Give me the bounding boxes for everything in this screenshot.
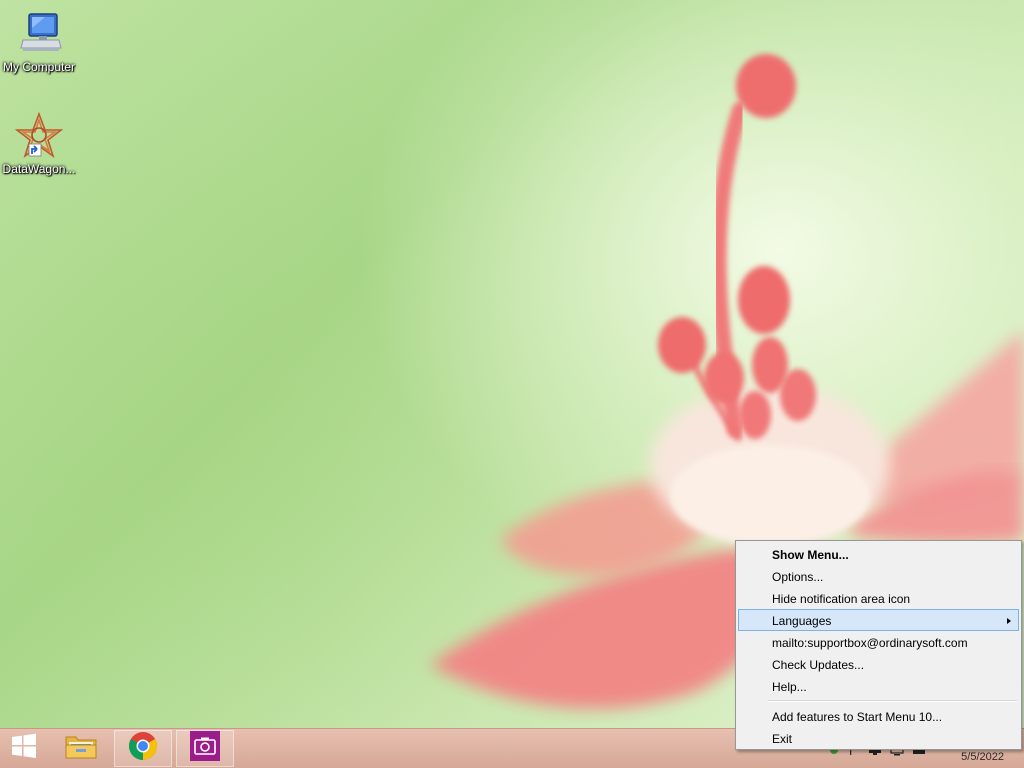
taskbar-file-explorer[interactable]: [53, 730, 109, 767]
menu-item-languages[interactable]: Languages: [738, 609, 1019, 631]
desktop: My Computer DataWagon... 5/5/2022 Show M…: [0, 0, 1024, 768]
menu-item-hide-notification-icon[interactable]: Hide notification area icon: [738, 587, 1019, 609]
tray-date[interactable]: 5/5/2022: [961, 751, 1004, 763]
desktop-icon-datawagon[interactable]: DataWagon...: [0, 111, 78, 176]
desktop-icon-my-computer[interactable]: My Computer: [0, 10, 78, 74]
menu-item-label: Add features to Start Menu 10...: [772, 710, 943, 724]
menu-item-mailto-support[interactable]: mailto:supportbox@ordinarysoft.com: [738, 631, 1019, 653]
camera-icon: [190, 731, 220, 766]
taskbar-chrome[interactable]: [114, 730, 172, 767]
menu-item-label: Options...: [772, 570, 824, 584]
start-button[interactable]: [0, 730, 48, 767]
computer-icon: [15, 10, 63, 58]
menu-item-label: mailto:supportbox@ordinarysoft.com: [772, 636, 968, 650]
menu-item-help[interactable]: Help...: [738, 675, 1019, 697]
menu-item-check-updates[interactable]: Check Updates...: [738, 653, 1019, 675]
menu-item-show-menu[interactable]: Show Menu...: [738, 543, 1019, 565]
windows-logo-icon: [10, 732, 38, 765]
desktop-icon-label: My Computer: [2, 60, 76, 74]
menu-item-label: Check Updates...: [772, 658, 865, 672]
menu-item-exit[interactable]: Exit: [738, 727, 1019, 749]
menu-item-options[interactable]: Options...: [738, 565, 1019, 587]
menu-separator: [768, 700, 1017, 702]
menu-item-add-features[interactable]: Add features to Start Menu 10...: [738, 705, 1019, 727]
folder-icon: [64, 731, 98, 766]
tray-context-menu: Show Menu... Options... Hide notificatio…: [735, 540, 1022, 750]
menu-item-label: Hide notification area icon: [772, 592, 911, 606]
menu-item-label: Show Menu...: [772, 548, 849, 562]
menu-item-label: Exit: [772, 732, 793, 746]
datawagon-shortcut-icon: [14, 111, 64, 160]
submenu-arrow-icon: [1007, 618, 1011, 624]
chrome-icon: [128, 731, 158, 766]
menu-item-label: Help...: [772, 680, 807, 694]
menu-item-label: Languages: [772, 614, 832, 628]
desktop-icon-label: DataWagon...: [2, 162, 76, 176]
taskbar-camera[interactable]: [176, 730, 234, 767]
